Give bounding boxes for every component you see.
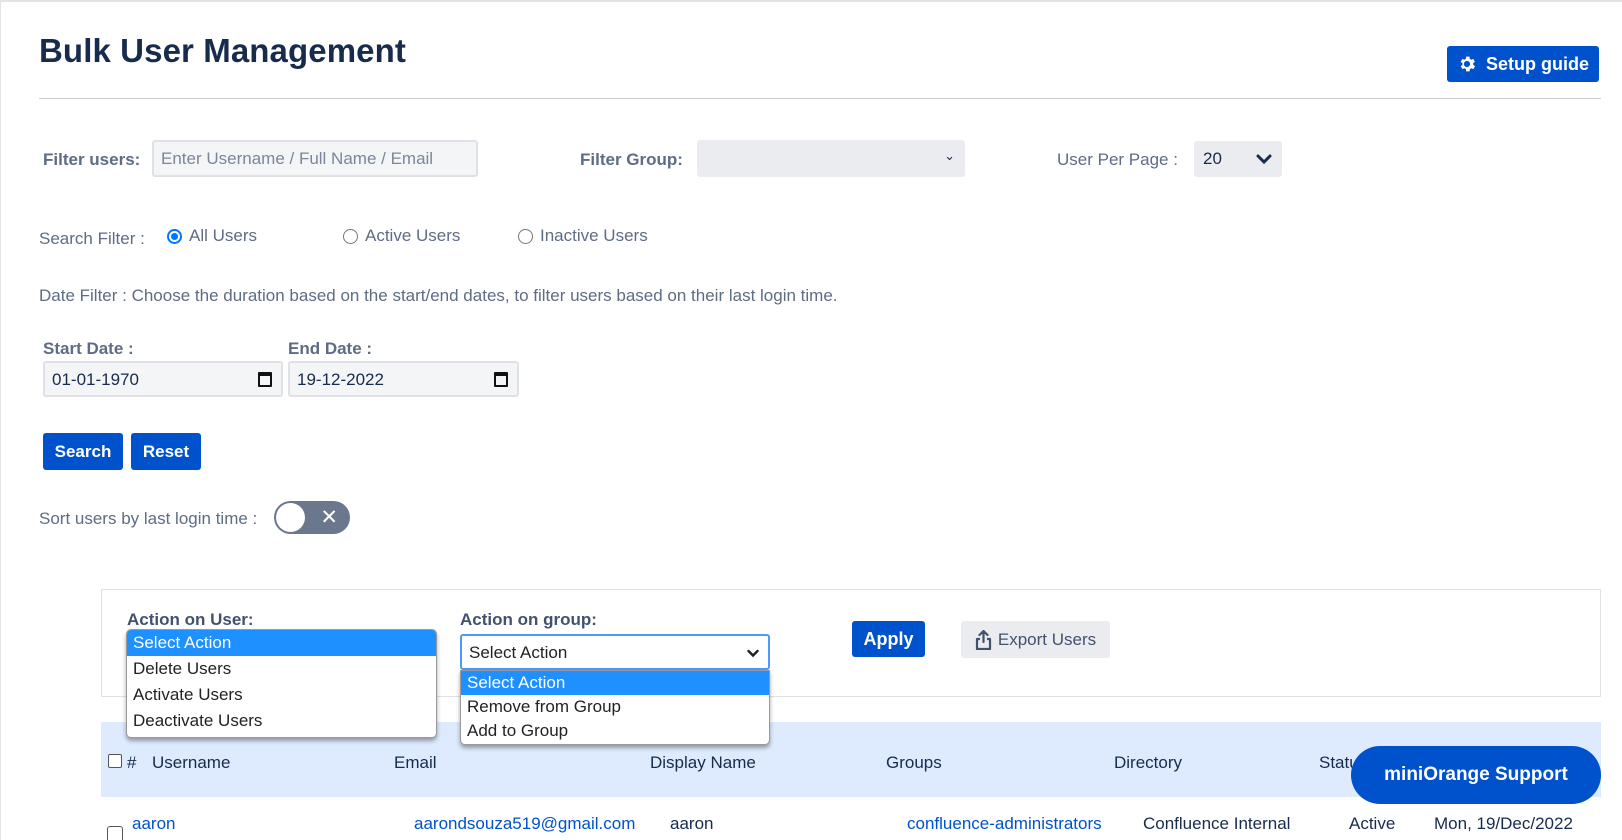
column-header-number: # bbox=[127, 753, 137, 772]
radio-button[interactable] bbox=[518, 228, 533, 244]
share-upload-icon bbox=[975, 629, 991, 650]
calendar-icon[interactable] bbox=[494, 372, 508, 387]
radio-active-users[interactable]: Active Users bbox=[343, 226, 460, 246]
setup-guide-label: Setup guide bbox=[1486, 53, 1589, 74]
user-per-page-select[interactable]: 20 bbox=[1194, 141, 1282, 177]
toggle-knob bbox=[276, 503, 305, 532]
select-all-checkbox[interactable] bbox=[108, 754, 122, 768]
email-link[interactable]: aarondsouza519@gmail.com bbox=[414, 814, 635, 834]
last-login-cell: Mon, 19/Dec/2022 bbox=[1434, 814, 1573, 833]
radio-all-users[interactable]: All Users bbox=[167, 226, 257, 246]
page-title: Bulk User Management bbox=[39, 32, 406, 69]
action-on-group-label: Action on group: bbox=[460, 610, 597, 629]
start-date-input[interactable]: 01-01-1970 bbox=[43, 361, 283, 397]
filter-group-select[interactable]: ⌄ bbox=[697, 140, 965, 177]
apply-button[interactable]: Apply bbox=[852, 621, 925, 657]
title-divider bbox=[39, 98, 1601, 99]
export-users-button[interactable]: Export Users bbox=[961, 621, 1110, 658]
radio-label: Inactive Users bbox=[540, 226, 648, 245]
group-link[interactable]: confluence-administrators bbox=[907, 814, 1102, 834]
filter-group-label: Filter Group: bbox=[580, 150, 683, 169]
radio-button[interactable] bbox=[167, 228, 182, 244]
column-header-email[interactable]: Email bbox=[394, 753, 437, 773]
directory-cell: Confluence Internal bbox=[1143, 814, 1291, 833]
start-date-value: 01-01-1970 bbox=[52, 370, 139, 389]
row-checkbox[interactable] bbox=[107, 826, 123, 840]
option-activate-users[interactable]: Activate Users bbox=[127, 682, 436, 708]
close-icon: ✕ bbox=[320, 506, 338, 529]
miniorange-support-button[interactable]: miniOrange Support bbox=[1351, 746, 1601, 804]
status-cell: Active bbox=[1349, 814, 1396, 833]
export-users-label: Export Users bbox=[997, 629, 1097, 649]
user-per-page-label: User Per Page : bbox=[1057, 150, 1178, 169]
radio-inactive-users[interactable]: Inactive Users bbox=[518, 226, 648, 246]
action-on-user-listbox[interactable]: Select Action Delete Users Activate User… bbox=[126, 629, 437, 738]
end-date-value: 19-12-2022 bbox=[297, 370, 384, 389]
username-link[interactable]: aaron bbox=[132, 814, 175, 834]
action-on-group-select[interactable]: Select Action bbox=[460, 634, 770, 670]
column-header-username[interactable]: Username bbox=[152, 753, 230, 773]
action-on-group-dropdown[interactable]: Select Action Remove from Group Add to G… bbox=[460, 670, 770, 745]
filter-users-label: Filter users: bbox=[43, 150, 141, 169]
sort-by-login-toggle[interactable]: ✕ bbox=[274, 501, 350, 534]
chevron-down-icon bbox=[747, 649, 759, 658]
radio-label: All Users bbox=[189, 226, 258, 245]
start-date-label: Start Date : bbox=[43, 339, 134, 358]
radio-button[interactable] bbox=[343, 228, 358, 244]
column-header-directory[interactable]: Directory bbox=[1114, 753, 1182, 773]
column-header-display-name[interactable]: Display Name bbox=[650, 753, 756, 773]
chevron-down-icon: ⌄ bbox=[944, 148, 955, 163]
radio-label: Active Users bbox=[365, 226, 461, 245]
date-filter-note: Date Filter : Choose the duration based … bbox=[39, 286, 838, 305]
option-select-action[interactable]: Select Action bbox=[461, 671, 769, 695]
option-select-action[interactable]: Select Action bbox=[127, 630, 436, 656]
search-button[interactable]: Search bbox=[43, 433, 123, 470]
option-remove-from-group[interactable]: Remove from Group bbox=[461, 695, 769, 719]
chevron-down-icon bbox=[1256, 154, 1272, 165]
option-deactivate-users[interactable]: Deactivate Users bbox=[127, 708, 436, 734]
action-on-group-value: Select Action bbox=[469, 643, 568, 662]
action-on-user-label: Action on User: bbox=[127, 610, 254, 629]
column-header-groups[interactable]: Groups bbox=[886, 753, 942, 773]
end-date-input[interactable]: 19-12-2022 bbox=[288, 361, 519, 397]
calendar-icon[interactable] bbox=[258, 372, 272, 387]
search-filter-label: Search Filter : bbox=[39, 229, 145, 248]
gear-icon bbox=[1460, 56, 1476, 72]
display-name-cell: aaron bbox=[670, 814, 714, 833]
user-per-page-value: 20 bbox=[1203, 149, 1222, 168]
setup-guide-button[interactable]: Setup guide bbox=[1447, 46, 1599, 82]
sort-by-login-label: Sort users by last login time : bbox=[39, 509, 258, 528]
end-date-label: End Date : bbox=[288, 339, 373, 358]
filter-users-input[interactable] bbox=[152, 140, 478, 177]
reset-button[interactable]: Reset bbox=[131, 433, 201, 470]
option-delete-users[interactable]: Delete Users bbox=[127, 656, 436, 682]
option-add-to-group[interactable]: Add to Group bbox=[461, 719, 769, 743]
